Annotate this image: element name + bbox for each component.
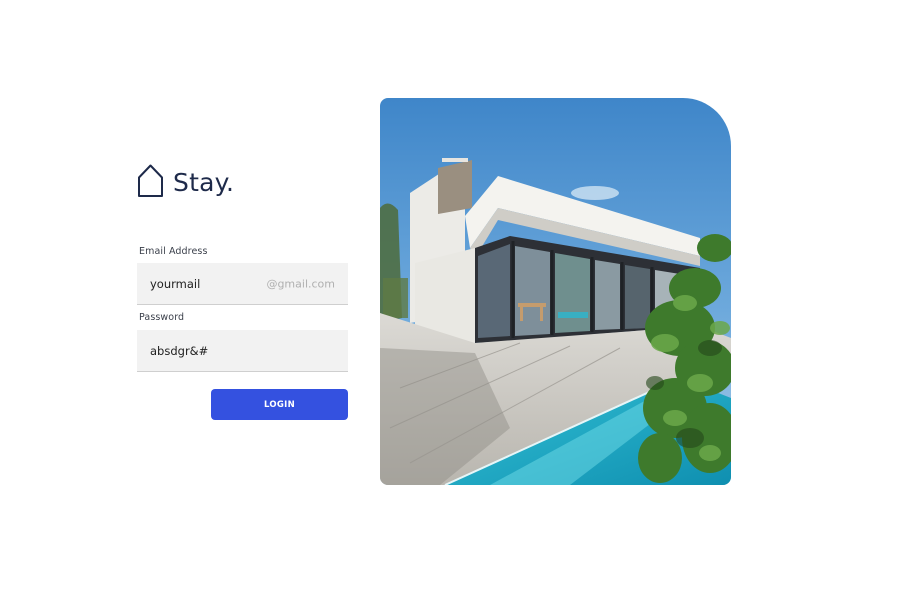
hero-image [380,98,731,485]
email-label: Email Address [139,246,208,257]
password-field-container [137,330,348,372]
password-label: Password [139,312,185,323]
email-field[interactable] [137,263,348,304]
modern-house-with-pool-image [380,98,731,485]
brand-logo: Stay. [137,163,234,198]
email-field-container: @gmail.com [137,263,348,305]
house-icon [138,164,163,197]
brand-name: Stay. [173,168,235,197]
password-field[interactable] [137,330,348,371]
login-page: Stay. Email Address @gmail.com Password … [0,0,905,590]
login-button[interactable]: LOGIN [211,389,348,420]
